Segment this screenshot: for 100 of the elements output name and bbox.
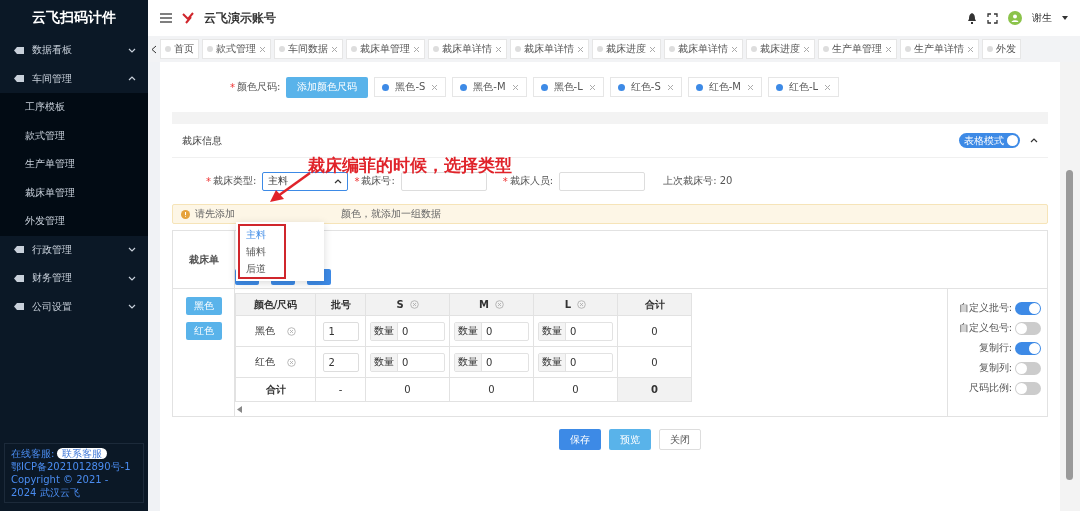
remove-icon[interactable] xyxy=(409,300,419,309)
dropdown-option[interactable]: 辅料 xyxy=(240,243,284,260)
close-icon[interactable] xyxy=(331,45,338,53)
sidebar-subitem[interactable]: 裁床单管理 xyxy=(0,178,148,207)
page-tab[interactable]: 裁床进度 xyxy=(592,39,661,59)
close-icon[interactable] xyxy=(803,45,810,53)
chevron-down-icon xyxy=(128,304,136,310)
scroll-left-icon[interactable] xyxy=(237,405,242,413)
tag-icon xyxy=(14,46,24,54)
page-tab[interactable]: 裁床单管理 xyxy=(346,39,425,59)
page-tab[interactable]: 裁床单详情 xyxy=(428,39,507,59)
close-icon[interactable] xyxy=(431,83,439,91)
tag-dot xyxy=(617,83,625,91)
quantity-field[interactable]: 数量 0 xyxy=(538,352,613,372)
table-cell: 0 xyxy=(651,325,658,337)
dropdown-option[interactable]: 后道 xyxy=(240,260,284,277)
avatar-icon[interactable] xyxy=(1008,11,1022,25)
remove-icon[interactable] xyxy=(287,326,296,336)
option-switch[interactable] xyxy=(1015,321,1041,335)
sidebar-item[interactable]: 公司设置 xyxy=(0,292,148,321)
contact-button[interactable]: 联系客服 xyxy=(57,448,108,459)
tag-dot xyxy=(460,83,468,91)
close-icon[interactable] xyxy=(495,45,502,53)
page-tab[interactable]: 款式管理 xyxy=(202,39,271,59)
sidebar-item[interactable]: 行政管理 xyxy=(0,235,148,264)
mode-switch[interactable]: 表格模式 xyxy=(959,133,1020,148)
cut-sheet-label: 裁床单 xyxy=(188,252,219,267)
quantity-field[interactable]: 数量 0 xyxy=(454,352,529,372)
account-name: 云飞演示账号 xyxy=(204,9,277,27)
close-icon[interactable] xyxy=(731,45,738,53)
field-label: 裁床人员: xyxy=(509,174,554,188)
page-tab[interactable]: 外发 xyxy=(982,39,1021,59)
option-switch[interactable] xyxy=(1015,381,1041,395)
required-mark: * xyxy=(502,175,508,187)
caret-icon[interactable] xyxy=(1062,16,1068,20)
close-icon[interactable] xyxy=(747,83,754,91)
page-tab[interactable]: 裁床单详情 xyxy=(510,39,589,59)
option-switch[interactable] xyxy=(1015,301,1041,315)
section-title: 裁床信息 xyxy=(182,133,223,148)
page-tab[interactable]: 裁床进度 xyxy=(746,39,815,59)
sidebar-subitem[interactable]: 款式管理 xyxy=(0,121,148,150)
batch-field[interactable]: 2 xyxy=(322,352,359,372)
chevron-left-icon[interactable] xyxy=(151,44,157,54)
sidebar-subitem[interactable]: 生产单管理 xyxy=(0,150,148,179)
close-icon[interactable] xyxy=(588,83,596,91)
warning-icon xyxy=(181,209,190,219)
sidebar-subitem[interactable]: 外发管理 xyxy=(0,207,148,236)
copyright-text: Copyright © 2021 - 2024 武汉云飞 xyxy=(11,473,110,499)
quantity-field[interactable]: 数量 0 xyxy=(538,321,613,341)
action-button[interactable]: 关闭 xyxy=(659,429,701,450)
menu-icon[interactable] xyxy=(160,13,172,23)
bell-icon[interactable] xyxy=(967,12,977,24)
color-size-tag: 黑色-S xyxy=(374,77,447,97)
close-icon[interactable] xyxy=(511,83,519,91)
option-switch[interactable] xyxy=(1015,341,1041,355)
quantity-field[interactable]: 数量 0 xyxy=(370,352,445,372)
sidebar-subitem[interactable]: 工序模板 xyxy=(0,93,148,122)
tag-icon xyxy=(14,274,24,282)
page-tab[interactable]: 生产单详情 xyxy=(900,39,979,59)
option-switch[interactable] xyxy=(1015,361,1041,375)
sidebar-item[interactable]: 数据看板 xyxy=(0,36,148,65)
status-dot xyxy=(751,46,757,52)
page-tab[interactable]: 车间数据 xyxy=(274,39,343,59)
status-dot xyxy=(279,46,285,52)
user-name[interactable]: 谢生 xyxy=(1032,11,1052,25)
sidebar-item[interactable]: 财务管理 xyxy=(0,264,148,293)
chevron-down-icon xyxy=(128,47,136,53)
table-cell: 红色 xyxy=(255,355,275,369)
close-icon[interactable] xyxy=(824,83,832,91)
close-icon[interactable] xyxy=(259,45,266,53)
option-label: 自定义包号: xyxy=(958,321,1012,335)
input-field[interactable] xyxy=(559,171,646,191)
table-cell: 0 xyxy=(651,356,658,368)
option-label: 复制行: xyxy=(978,341,1012,355)
page-tab[interactable]: 裁床单详情 xyxy=(664,39,743,59)
close-icon[interactable] xyxy=(666,83,674,91)
quantity-field[interactable]: 数量 0 xyxy=(454,321,529,341)
page-tab[interactable]: 生产单管理 xyxy=(818,39,897,59)
column-header: S xyxy=(396,299,404,310)
sidebar-item[interactable]: 车间管理 xyxy=(0,64,148,93)
remove-icon[interactable] xyxy=(494,300,504,309)
color-size-tag: 黑色-M xyxy=(452,77,527,97)
color-size-tag: 红色-L xyxy=(768,77,840,97)
table-cell: 0 xyxy=(488,384,495,395)
remove-icon[interactable] xyxy=(577,300,587,309)
close-icon[interactable] xyxy=(885,45,892,53)
action-button[interactable]: 保存 xyxy=(559,429,601,450)
remove-icon[interactable] xyxy=(287,357,296,367)
close-icon[interactable] xyxy=(967,45,974,53)
quantity-field[interactable]: 数量 0 xyxy=(370,321,445,341)
column-header: 批号 xyxy=(330,297,351,312)
close-icon[interactable] xyxy=(577,45,584,53)
fullscreen-icon[interactable] xyxy=(987,12,998,24)
close-icon[interactable] xyxy=(649,45,656,53)
dropdown-option[interactable]: 主料 xyxy=(240,226,284,243)
table-cell: 合计 xyxy=(265,383,286,395)
close-icon[interactable] xyxy=(413,45,420,53)
batch-field[interactable]: 1 xyxy=(322,321,359,341)
logo-icon xyxy=(182,12,194,24)
page-tab[interactable]: 首页 xyxy=(160,39,199,59)
